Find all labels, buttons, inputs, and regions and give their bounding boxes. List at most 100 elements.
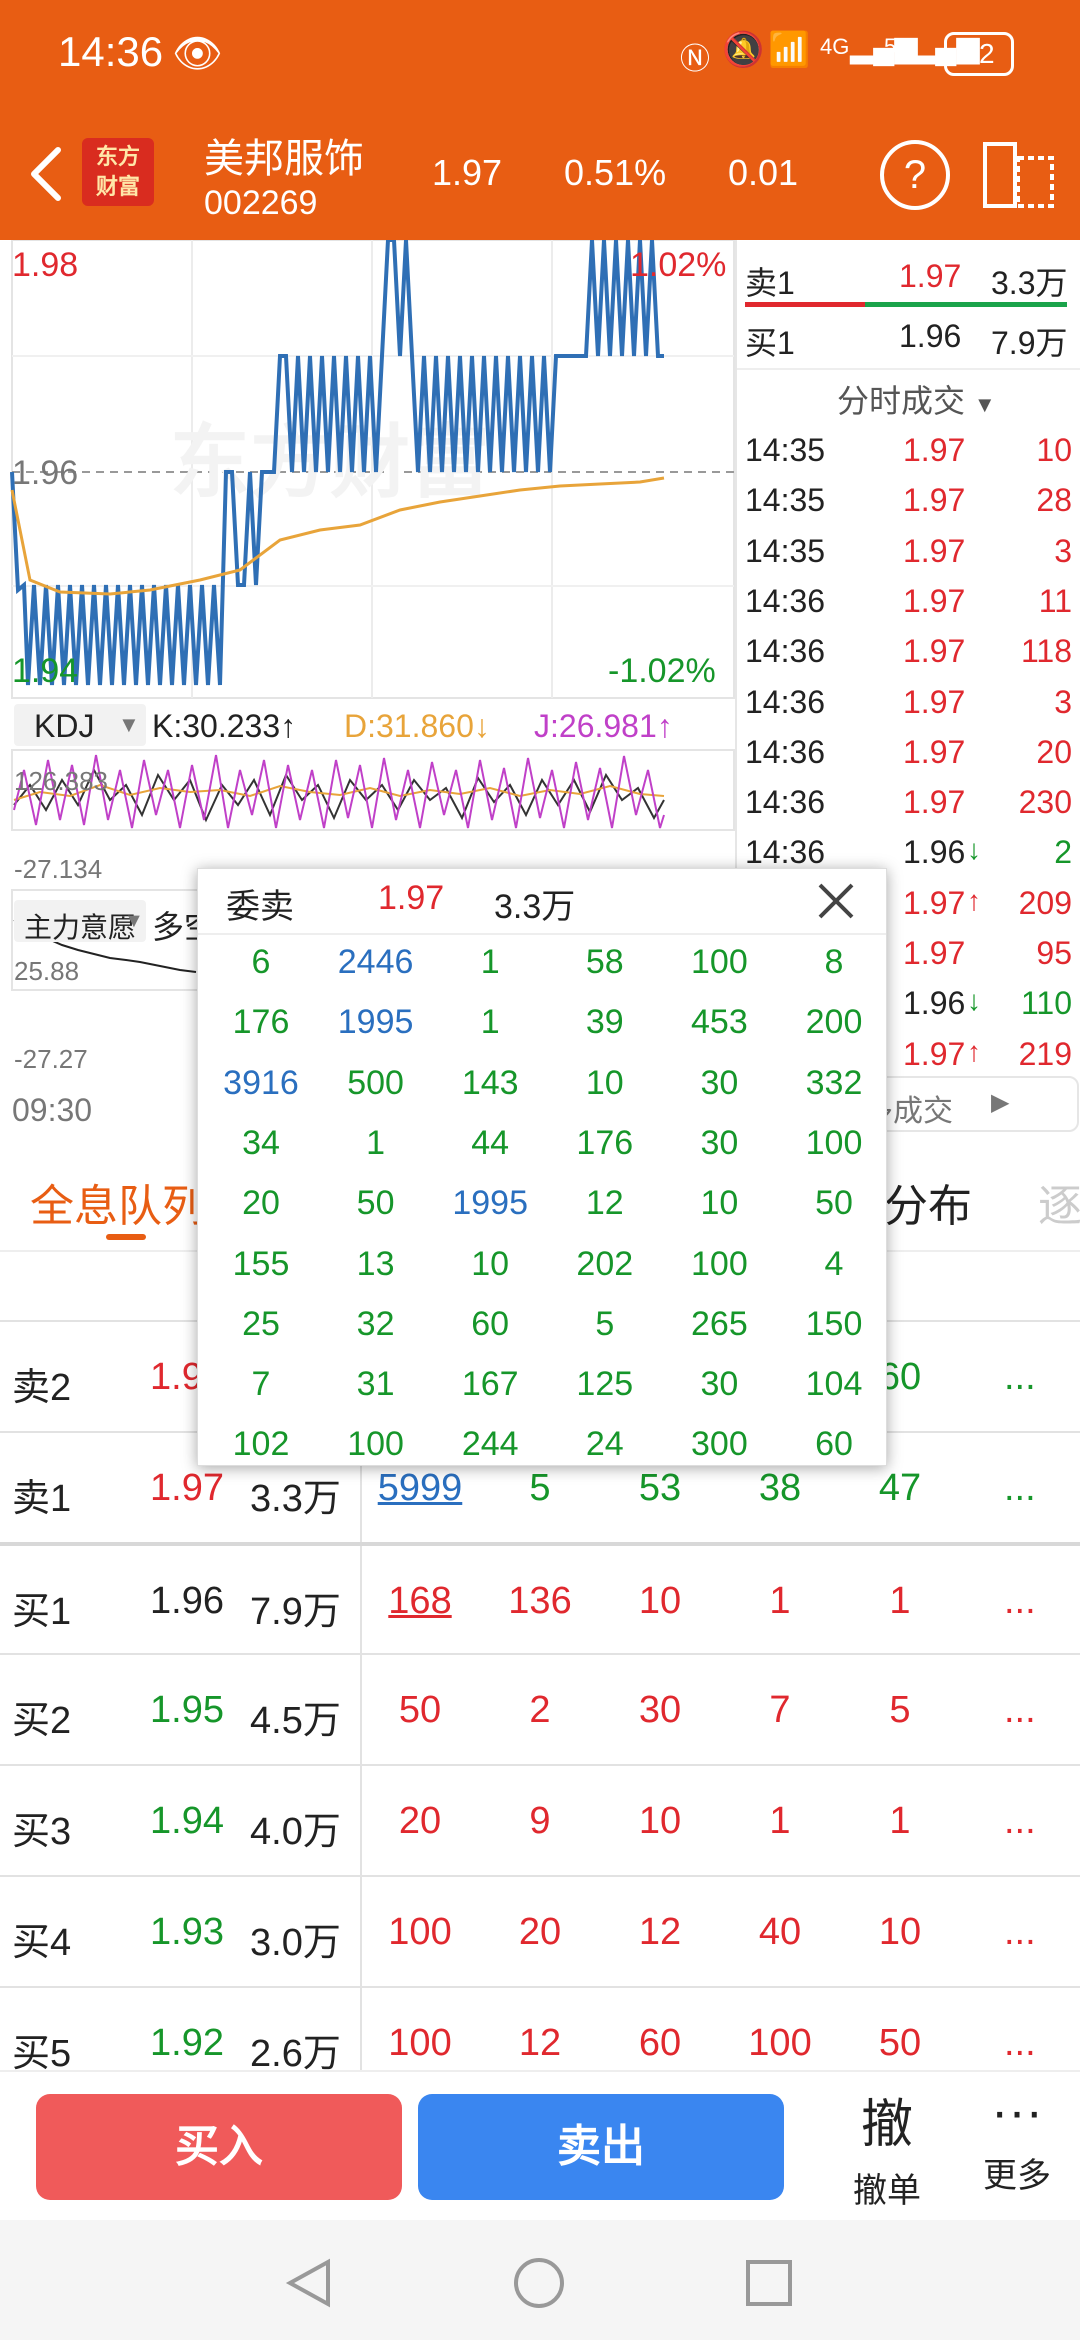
book-queue-qty[interactable]: 60 <box>600 2022 720 2065</box>
trade-volume: 118 <box>1020 633 1072 670</box>
stock-code: 002269 <box>204 184 318 222</box>
book-queue-qty[interactable]: 12 <box>480 2022 600 2065</box>
tab-queue[interactable]: 全息队列 <box>30 1170 206 1234</box>
book-queue-qty[interactable]: 1 <box>720 1800 840 1843</box>
popup-queue-cell: 1 <box>480 943 500 981</box>
trade-price: 1.97 <box>903 884 966 921</box>
order-book-row[interactable]: 买2 1.95 4.5万 50 2 30 7 5... <box>0 1653 1080 1765</box>
popup-queue-cell: 12 <box>585 1184 624 1223</box>
tab-distribution[interactable]: 分布 <box>884 1170 972 1234</box>
book-queue-qty[interactable]: 1 <box>840 1800 960 1843</box>
popup-queue-cell: 202 <box>576 1244 634 1283</box>
cancel-order-button[interactable]: 撤 撤单 <box>832 2082 942 2212</box>
action-bar: 买入 卖出 撤 撤单 ··· 更多 <box>0 2070 1080 2222</box>
popup-queue-cell: 34 <box>242 1123 280 1162</box>
trade-price: 1.97 <box>903 733 966 770</box>
nav-home-icon[interactable] <box>512 2256 566 2310</box>
zl-selector[interactable]: 主力意愿 ▼ <box>14 900 146 943</box>
book-queue-qty[interactable]: 5 <box>840 1689 960 1732</box>
nav-recent-icon[interactable] <box>744 2258 794 2308</box>
book-level-price: 1.95 <box>150 1689 224 1731</box>
book-row-more[interactable]: ... <box>1004 1689 1036 1732</box>
caret-down-icon: ▼ <box>118 712 140 737</box>
book-queue-qty[interactable]: 50 <box>360 1689 480 1732</box>
switch-screen-icon[interactable] <box>982 138 1058 212</box>
book-row-more[interactable]: ... <box>1004 1800 1036 1843</box>
order-book-row[interactable]: 买1 1.96 7.9万 168 136 10 1 1... <box>0 1542 1080 1656</box>
popup-queue-cell: 50 <box>356 1184 395 1223</box>
book-queue-qty[interactable]: 100 <box>360 1911 480 1954</box>
book-row-more[interactable]: ... <box>1004 2022 1036 2065</box>
trade-price: 1.97 <box>903 935 966 971</box>
book-queue-qty[interactable]: 7 <box>720 1689 840 1732</box>
order-book-row[interactable]: 买3 1.94 4.0万 20 9 10 1 1... <box>0 1764 1080 1876</box>
order-book-row[interactable]: 买4 1.93 3.0万 100 20 12 40 10... <box>0 1875 1080 1987</box>
book-queue-qty[interactable]: 10 <box>840 1911 960 1954</box>
sell1-quote[interactable]: 卖1 1.97 3.3万 <box>737 252 1080 302</box>
book-queue-qty[interactable]: 2 <box>480 1689 600 1732</box>
book-queue-qty[interactable]: 9 <box>480 1800 600 1843</box>
back-arrow-icon[interactable] <box>26 144 66 204</box>
book-queue-qty[interactable]: 10 <box>600 1800 720 1843</box>
book-queue-qty[interactable]: 12 <box>600 1911 720 1954</box>
book-level-label: 卖2 <box>12 1367 72 1409</box>
kdj-selector[interactable]: KDJ ▼ <box>14 704 146 746</box>
book-queue-qty[interactable]: 100 <box>360 2022 480 2065</box>
trade-row: 14:35 1.97 3 <box>737 527 1080 577</box>
book-queue-qty[interactable]: 168 <box>360 1580 480 1623</box>
more-button[interactable]: ··· 更多 <box>962 2082 1072 2212</box>
book-queue-qty[interactable]: 10 <box>600 1580 720 1623</box>
system-nav-bar <box>0 2220 1080 2340</box>
book-queue-qty[interactable]: 136 <box>480 1580 600 1623</box>
book-level-volume: 2.6万 <box>250 2033 341 2075</box>
book-row-more[interactable]: ... <box>1004 1911 1036 1954</box>
trade-volume: 219 <box>1018 1035 1072 1072</box>
book-queue-qty[interactable]: 1 <box>720 1580 840 1623</box>
sell-button[interactable]: 卖出 <box>418 2094 784 2200</box>
popup-queue-cell: 100 <box>691 1244 748 1283</box>
book-queue-qty[interactable]: 47 <box>840 1467 960 1510</box>
book-row-more[interactable]: ... <box>1004 1580 1036 1623</box>
caret-down-icon-2: ▼ <box>124 910 144 932</box>
popup-queue-cell: 265 <box>691 1304 748 1343</box>
book-row-more[interactable]: ... <box>1004 1467 1036 1510</box>
buy-button[interactable]: 买入 <box>36 2094 402 2200</box>
book-level-label: 买5 <box>12 2033 72 2075</box>
popup-queue-cell: 8 <box>824 943 844 981</box>
close-icon[interactable] <box>816 881 856 921</box>
popup-queue-cell: 167 <box>461 1365 519 1404</box>
net-5g-label: 5G <box>884 34 914 59</box>
book-queue-qty[interactable]: 38 <box>720 1467 840 1510</box>
book-level-volume: 7.9万 <box>250 1591 341 1633</box>
sell-queue-popup[interactable]: 委卖 1.97 3.3万 6 2446 1 58 100 8 176 1995 1 39 453 20… <box>197 868 887 1466</box>
trade-time: 14:36 <box>745 633 826 670</box>
book-queue-qty[interactable]: 53 <box>600 1467 720 1510</box>
book-queue-qty[interactable]: 50 <box>840 2022 960 2065</box>
zl-bot-label: -27.27 <box>14 1044 88 1074</box>
popup-queue-cell: 100 <box>691 943 748 981</box>
book-row-more[interactable]: ... <box>1004 1356 1036 1399</box>
popup-queue-cell: 102 <box>232 1425 290 1464</box>
book-queue-qty[interactable]: 5 <box>480 1467 600 1510</box>
trades-title-button[interactable]: 分时成交 ▼ <box>837 376 996 422</box>
book-queue-qty[interactable]: 20 <box>360 1800 480 1843</box>
book-queue-qty[interactable]: 5999 <box>360 1467 480 1510</box>
pct-bot-label: -1.02% <box>608 652 716 690</box>
book-level-price: 1.96 <box>150 1580 224 1622</box>
book-queue-qty[interactable]: 100 <box>720 2022 840 2065</box>
book-queue-qty[interactable]: 20 <box>480 1911 600 1954</box>
book-queue-qty[interactable]: 30 <box>600 1689 720 1732</box>
help-icon[interactable]: ? <box>880 140 950 210</box>
eastmoney-logo: 东方 财富 <box>82 138 154 206</box>
popup-queue-cell: 1 <box>366 1123 386 1162</box>
book-queue-qty[interactable]: 40 <box>720 1911 840 1954</box>
tab-tick[interactable]: 逐 <box>1038 1170 1080 1234</box>
trade-row: 14:36 1.97 11 <box>737 577 1080 627</box>
eye-icon: 👁 <box>172 32 223 76</box>
popup-queue-cell: 1995 <box>452 1184 528 1223</box>
book-queue-qty[interactable]: 1 <box>840 1580 960 1623</box>
cancel-label: 撤单 <box>853 2172 921 2210</box>
caret-down-icon-3: ▼ <box>973 392 996 417</box>
buy1-quote[interactable]: 买1 1.96 7.9万 <box>737 312 1080 362</box>
nav-back-icon[interactable] <box>284 2258 334 2308</box>
